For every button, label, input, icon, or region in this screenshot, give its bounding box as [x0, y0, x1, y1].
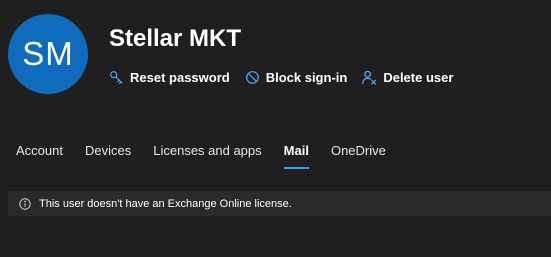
- tab-licenses-and-apps[interactable]: Licenses and apps: [153, 143, 261, 169]
- info-message-text: This user doesn't have an Exchange Onlin…: [39, 197, 292, 210]
- avatar: SM: [8, 14, 88, 94]
- block-sign-in-label: Block sign-in: [265, 69, 348, 85]
- reset-password-label: Reset password: [130, 69, 230, 85]
- key-icon: [109, 70, 124, 85]
- user-tabs: Account Devices Licenses and apps Mail O…: [16, 143, 386, 169]
- tab-mail[interactable]: Mail: [283, 143, 310, 169]
- block-sign-in-button[interactable]: Block sign-in: [245, 69, 348, 85]
- user-details-panel: SM Stellar MKT Reset password Block sign…: [0, 0, 551, 257]
- delete-user-label: Delete user: [383, 69, 454, 85]
- user-actions-toolbar: Reset password Block sign-in Delete user: [109, 67, 453, 87]
- tab-account[interactable]: Account: [16, 143, 63, 169]
- user-display-name: Stellar MKT: [109, 25, 242, 52]
- reset-password-button[interactable]: Reset password: [109, 70, 230, 85]
- delete-user-button[interactable]: Delete user: [362, 70, 453, 85]
- info-icon: [19, 197, 31, 210]
- tab-devices[interactable]: Devices: [85, 143, 131, 169]
- info-message-bar: This user doesn't have an Exchange Onlin…: [8, 191, 551, 216]
- tab-onedrive[interactable]: OneDrive: [331, 143, 386, 169]
- avatar-initials: SM: [22, 35, 74, 72]
- delete-user-icon: [362, 70, 377, 85]
- block-icon: [245, 70, 260, 85]
